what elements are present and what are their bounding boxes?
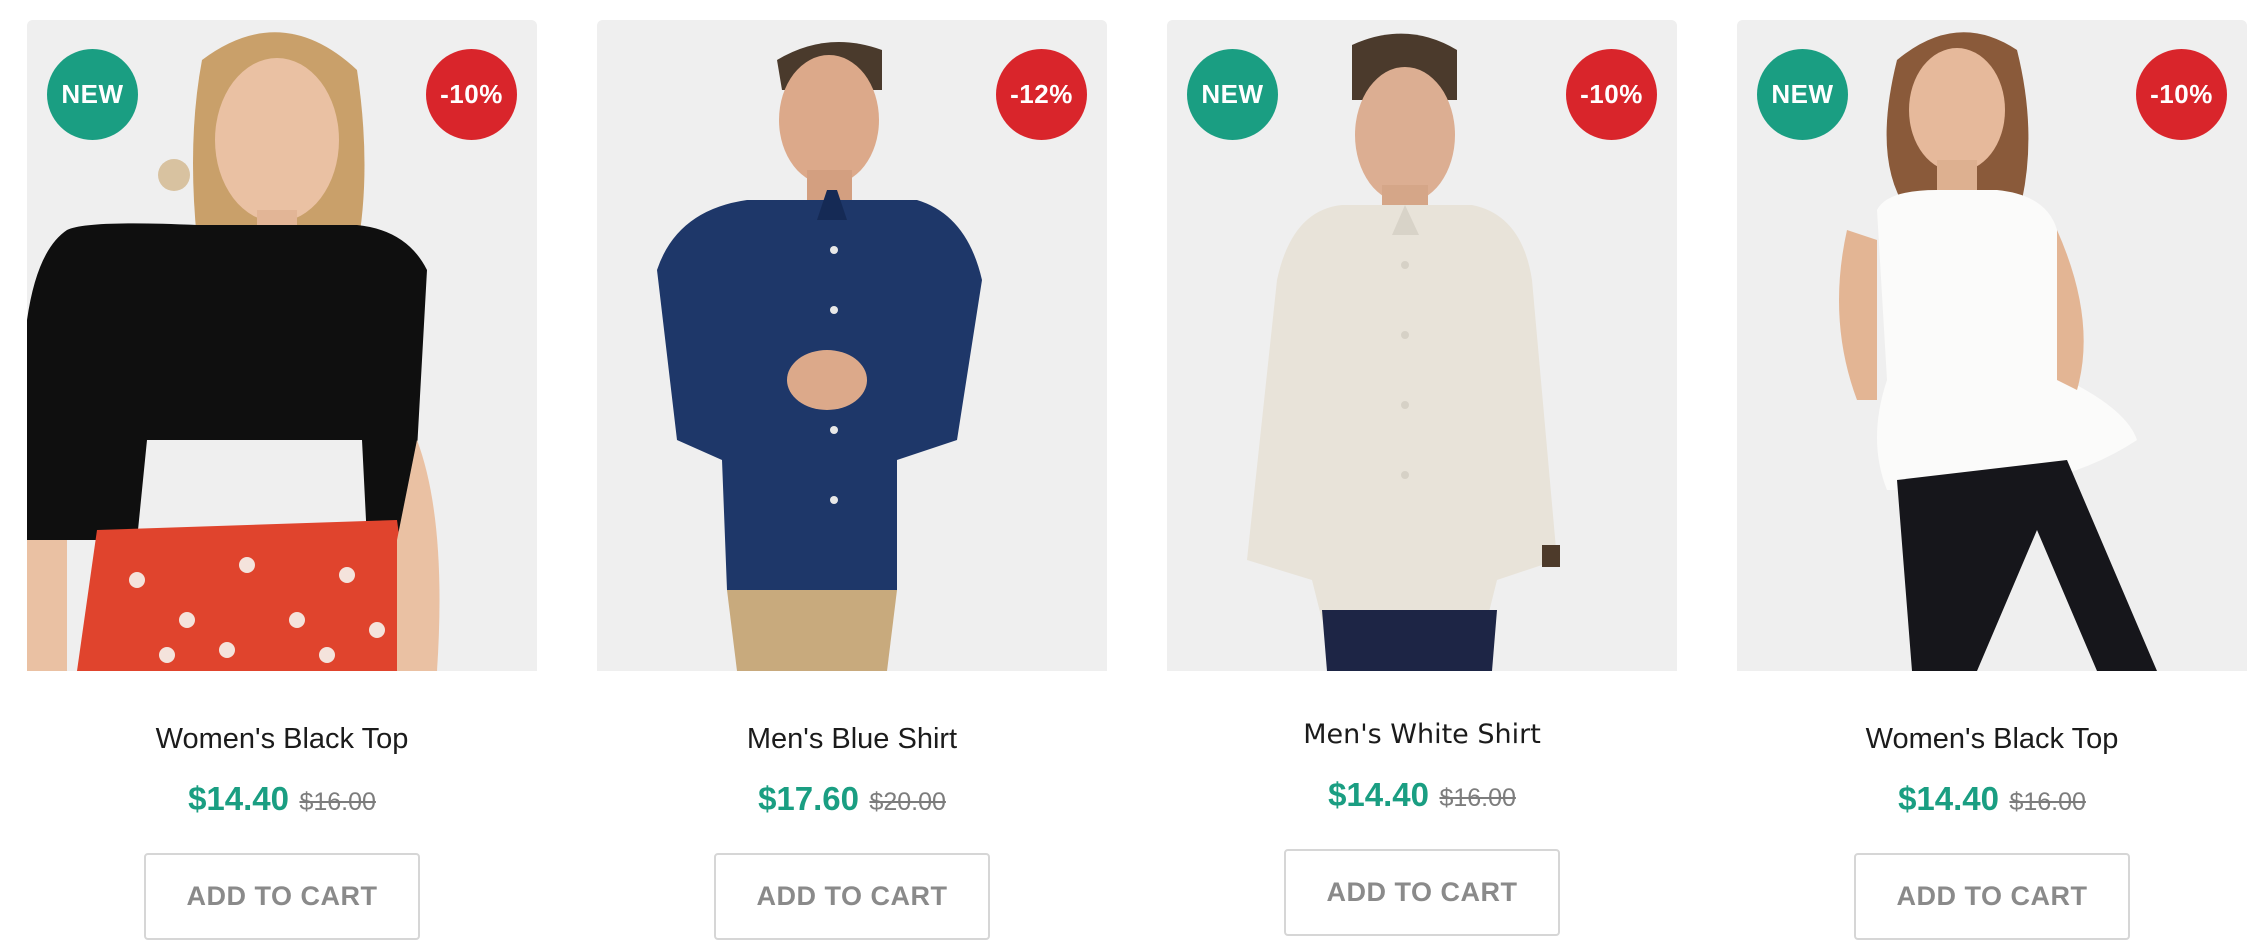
product-title[interactable]: Men's White Shirt xyxy=(1167,717,1677,753)
product-title[interactable]: Women's Black Top xyxy=(27,721,537,757)
discount-badge: -12% xyxy=(996,49,1087,140)
add-to-cart-button[interactable]: ADD TO CART xyxy=(1854,853,2130,940)
price-row: $17.60 $20.00 xyxy=(597,779,1107,819)
product-image[interactable]: -12% xyxy=(597,20,1107,671)
original-price: $20.00 xyxy=(869,788,946,816)
product-title[interactable]: Women's Black Top xyxy=(1737,721,2247,757)
product-card: NEW -10% Women's Black Top $14.40 $16.00… xyxy=(1737,20,2247,940)
product-card: NEW -10% Men's White Shirt $14.40 $16.00… xyxy=(1167,20,1677,936)
product-image[interactable]: NEW -10% xyxy=(27,20,537,671)
sale-price: $14.40 xyxy=(1328,776,1429,813)
new-badge: NEW xyxy=(1757,49,1848,140)
product-card: -12% Men's Blue Shirt $17.60 $20.00 ADD … xyxy=(597,20,1107,940)
add-to-cart-button[interactable]: ADD TO CART xyxy=(144,853,420,940)
original-price: $16.00 xyxy=(2009,788,2086,816)
product-title[interactable]: Men's Blue Shirt xyxy=(597,721,1107,757)
add-to-cart-button[interactable]: ADD TO CART xyxy=(1284,849,1560,936)
price-row: $14.40 $16.00 xyxy=(1737,779,2247,819)
price-row: $14.40 $16.00 xyxy=(1167,775,1677,815)
discount-badge: -10% xyxy=(426,49,517,140)
product-card: NEW -10% Women's Black Top $14.40 $16.00… xyxy=(27,20,537,940)
sale-price: $14.40 xyxy=(188,780,289,817)
product-image[interactable]: NEW -10% xyxy=(1167,20,1677,671)
price-row: $14.40 $16.00 xyxy=(27,779,537,819)
product-image[interactable]: NEW -10% xyxy=(1737,20,2247,671)
original-price: $16.00 xyxy=(299,788,376,816)
add-to-cart-button[interactable]: ADD TO CART xyxy=(714,853,990,940)
original-price: $16.00 xyxy=(1439,784,1516,812)
sale-price: $17.60 xyxy=(758,780,859,817)
discount-badge: -10% xyxy=(2136,49,2227,140)
discount-badge: -10% xyxy=(1566,49,1657,140)
new-badge: NEW xyxy=(1187,49,1278,140)
new-badge: NEW xyxy=(47,49,138,140)
sale-price: $14.40 xyxy=(1898,780,1999,817)
product-grid: NEW -10% Women's Black Top $14.40 $16.00… xyxy=(0,0,2263,951)
